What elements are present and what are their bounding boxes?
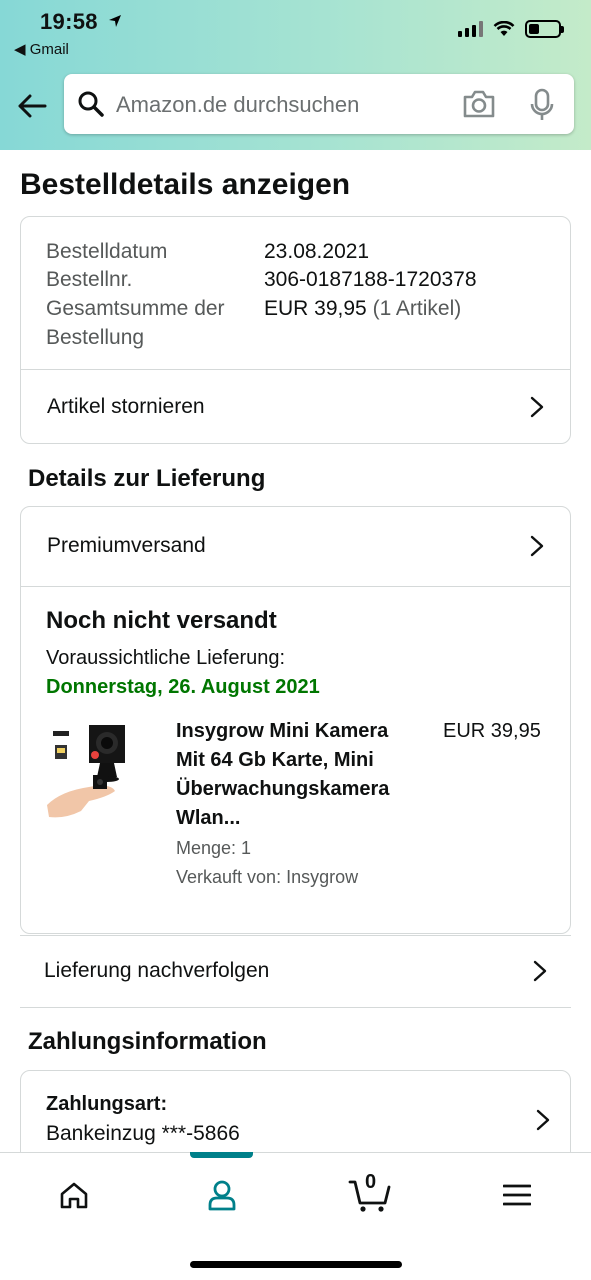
search-input[interactable] xyxy=(116,88,446,122)
order-date-label: Bestelldatum xyxy=(46,240,168,263)
order-total-label-line1: Gesamtsumme der xyxy=(46,297,225,320)
back-arrow-icon[interactable] xyxy=(14,88,50,124)
header: 19:58 ◀ Gmail xyxy=(0,0,591,150)
track-delivery-label: Lieferung nachverfolgen xyxy=(44,959,270,982)
battery-icon xyxy=(525,20,564,38)
shipment-status: Noch nicht versandt xyxy=(46,607,277,634)
product-image[interactable] xyxy=(45,719,145,829)
product-seller: Verkauft von: Insygrow xyxy=(176,867,359,887)
order-number-label: Bestellnr. xyxy=(46,268,133,291)
product-quantity: Menge: 1 xyxy=(176,838,252,858)
account-icon[interactable] xyxy=(202,1175,242,1215)
payment-method-label: Zahlungsart: xyxy=(46,1093,168,1115)
page-title: Bestelldetails anzeigen xyxy=(20,168,351,201)
cancel-items-label: Artikel stornieren xyxy=(47,395,205,418)
shipping-method-label: Premiumversand xyxy=(47,534,206,557)
order-number-value: 306-0187188-1720378 xyxy=(264,268,477,291)
search-icon xyxy=(78,91,104,117)
wifi-icon xyxy=(493,21,515,36)
shipping-method-row[interactable]: Premiumversand xyxy=(21,507,570,585)
status-time: 19:58 xyxy=(40,9,122,35)
cancel-items-row[interactable]: Artikel stornieren xyxy=(21,370,570,444)
delivery-card: Premiumversand Noch nicht versandt Vorau… xyxy=(20,506,571,934)
cart-icon[interactable]: 0 xyxy=(348,1171,392,1215)
search-bar[interactable] xyxy=(64,74,574,134)
delivery-heading: Details zur Lieferung xyxy=(28,465,266,492)
order-total-label-line2: Bestellung xyxy=(46,326,145,349)
product-title-line: Wlan... xyxy=(176,807,241,829)
order-total-value-row: EUR 39,95 (1 Artikel) xyxy=(264,294,461,323)
cart-count: 0 xyxy=(365,1171,377,1193)
payment-heading: Zahlungsinformation xyxy=(28,1028,267,1055)
back-to-gmail[interactable]: ◀ Gmail xyxy=(14,40,69,58)
order-total-value: EUR 39,95 xyxy=(264,297,367,320)
bottom-tab-bar: 0 xyxy=(0,1152,591,1280)
time-text: 19:58 xyxy=(40,9,98,34)
order-summary-card: Bestelldatum 23.08.2021 Bestellnr. 306-0… xyxy=(20,216,571,444)
expected-delivery-date: Donnerstag, 26. August 2021 xyxy=(46,676,320,698)
status-icons xyxy=(458,20,564,38)
chevron-right-icon xyxy=(533,960,547,982)
order-date-value: 23.08.2021 xyxy=(264,240,370,263)
product-price: EUR 39,95 xyxy=(443,720,541,742)
chevron-right-icon xyxy=(530,535,544,557)
menu-icon[interactable] xyxy=(497,1175,537,1215)
camera-icon[interactable] xyxy=(462,88,496,120)
location-arrow-icon xyxy=(109,15,122,27)
product-title-line: Mit 64 Gb Karte, Mini xyxy=(176,749,374,771)
active-tab-indicator xyxy=(190,1152,253,1158)
home-indicator xyxy=(190,1261,402,1268)
product-title-line: Überwachungskamera xyxy=(176,778,390,800)
order-total-items: (1 Artikel) xyxy=(372,297,462,320)
signal-icon xyxy=(458,21,483,37)
track-delivery-row[interactable]: Lieferung nachverfolgen xyxy=(20,936,571,1006)
product-title[interactable]: Insygrow Mini Kamera Mit 64 Gb Karte, Mi… xyxy=(176,717,389,833)
chevron-right-icon xyxy=(530,396,544,418)
payment-method-value: Bankeinzug ***-5866 xyxy=(46,1122,240,1145)
divider xyxy=(21,586,570,587)
chevron-right-icon xyxy=(536,1109,550,1131)
microphone-icon[interactable] xyxy=(530,88,554,122)
expected-delivery-label: Voraussichtliche Lieferung: xyxy=(46,647,286,669)
divider xyxy=(20,1007,571,1008)
product-title-line: Insygrow Mini Kamera xyxy=(176,720,389,742)
home-icon[interactable] xyxy=(54,1175,94,1215)
